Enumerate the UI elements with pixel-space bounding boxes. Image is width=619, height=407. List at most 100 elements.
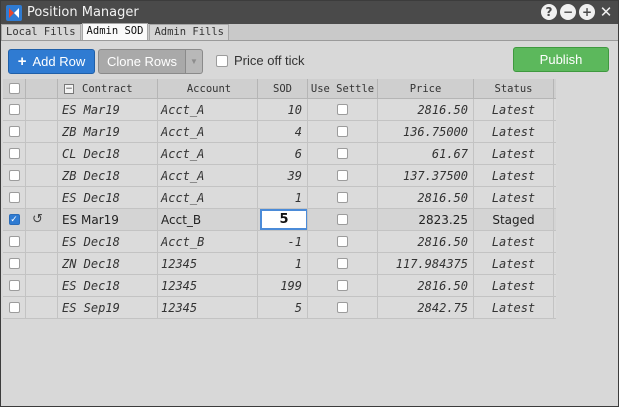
sod-cell[interactable]: 10 bbox=[258, 99, 308, 120]
row-select-checkbox[interactable] bbox=[8, 126, 20, 137]
price-cell[interactable]: 2842.75 bbox=[378, 297, 474, 318]
table-row[interactable]: ✓ ↺ ES Mar19 Acct_B 5 2823.25 Staged bbox=[3, 209, 556, 231]
price-cell[interactable]: 117.984375 bbox=[378, 253, 474, 274]
clone-rows-dropdown[interactable]: ▼ bbox=[186, 49, 203, 74]
tab-admin-sod[interactable]: Admin SOD bbox=[81, 23, 149, 40]
sod-cell[interactable]: 5 bbox=[258, 297, 308, 318]
collapse-icon[interactable]: − bbox=[64, 83, 74, 94]
sod-cell[interactable]: 199 bbox=[258, 275, 308, 296]
account-cell[interactable]: Acct_A bbox=[158, 143, 258, 164]
row-select-checkbox[interactable] bbox=[8, 170, 20, 181]
account-cell[interactable]: 12345 bbox=[158, 297, 258, 318]
price-cell[interactable]: 2816.50 bbox=[378, 99, 474, 120]
status-header[interactable]: Status bbox=[474, 79, 554, 98]
contract-cell[interactable]: ZN Dec18 bbox=[58, 253, 158, 274]
account-header[interactable]: Account bbox=[158, 79, 258, 98]
use-settle-checkbox[interactable] bbox=[337, 280, 348, 291]
sod-cell[interactable]: 39 bbox=[258, 165, 308, 186]
publish-label: Publish bbox=[539, 52, 583, 67]
account-cell[interactable]: 12345 bbox=[158, 275, 258, 296]
sod-cell[interactable]: 5 bbox=[258, 209, 308, 230]
price-cell[interactable]: 2816.50 bbox=[378, 187, 474, 208]
use-settle-checkbox[interactable] bbox=[337, 236, 348, 247]
use-settle-checkbox[interactable] bbox=[337, 302, 348, 313]
price-cell[interactable]: 2816.50 bbox=[378, 231, 474, 252]
contract-header[interactable]: − Contract bbox=[58, 79, 158, 98]
tab-local-fills[interactable]: Local Fills bbox=[1, 24, 81, 40]
maximize-icon[interactable]: + bbox=[579, 4, 595, 20]
contract-cell[interactable]: ES Sep19 bbox=[58, 297, 158, 318]
account-cell[interactable]: 12345 bbox=[158, 253, 258, 274]
sod-header[interactable]: SOD bbox=[258, 79, 308, 98]
sod-edit-input[interactable]: 5 bbox=[260, 209, 307, 230]
row-select-checkbox[interactable] bbox=[8, 192, 20, 203]
table-row[interactable]: ES Dec18 Acct_B -1 2816.50 Latest bbox=[3, 231, 556, 253]
contract-cell[interactable]: ES Mar19 bbox=[58, 99, 158, 120]
publish-button[interactable]: Publish bbox=[513, 47, 609, 72]
contract-cell[interactable]: ZB Mar19 bbox=[58, 121, 158, 142]
contract-cell[interactable]: CL Dec18 bbox=[58, 143, 158, 164]
account-cell[interactable]: Acct_B bbox=[158, 231, 258, 252]
sod-cell[interactable]: 6 bbox=[258, 143, 308, 164]
close-icon[interactable]: ✕ bbox=[598, 4, 614, 20]
price-cell[interactable]: 2816.50 bbox=[378, 275, 474, 296]
contract-cell[interactable]: ES Mar19 bbox=[58, 209, 158, 230]
row-select-checkbox[interactable] bbox=[8, 280, 20, 291]
use-settle-header[interactable]: Use Settle bbox=[308, 79, 378, 98]
table-row[interactable]: ES Sep19 12345 5 2842.75 Latest bbox=[3, 297, 556, 319]
sod-cell[interactable]: 4 bbox=[258, 121, 308, 142]
use-settle-checkbox[interactable] bbox=[337, 192, 348, 203]
contract-cell[interactable]: ES Dec18 bbox=[58, 275, 158, 296]
account-cell[interactable]: Acct_B bbox=[158, 209, 258, 230]
price-off-tick-option[interactable]: Price off tick bbox=[216, 53, 305, 68]
price-value: 2823.25 bbox=[418, 212, 468, 227]
account-cell[interactable]: Acct_A bbox=[158, 165, 258, 186]
help-icon[interactable]: ? bbox=[541, 4, 557, 20]
row-select-checkbox[interactable]: ✓ bbox=[8, 214, 20, 225]
row-select-checkbox[interactable] bbox=[8, 258, 20, 269]
select-all-checkbox[interactable] bbox=[8, 83, 20, 94]
table-row[interactable]: ES Dec18 Acct_A 1 2816.50 Latest bbox=[3, 187, 556, 209]
account-cell[interactable]: Acct_A bbox=[158, 121, 258, 142]
table-row[interactable]: ZB Mar19 Acct_A 4 136.75000 Latest bbox=[3, 121, 556, 143]
account-cell[interactable]: Acct_A bbox=[158, 99, 258, 120]
status-value: Latest bbox=[491, 124, 536, 139]
row-select-checkbox[interactable] bbox=[8, 148, 20, 159]
actions-header bbox=[26, 79, 58, 98]
row-select-checkbox[interactable] bbox=[8, 236, 20, 247]
title-bar[interactable]: Position Manager ? − + ✕ bbox=[1, 1, 618, 24]
price-header[interactable]: Price bbox=[378, 79, 474, 98]
price-off-tick-checkbox[interactable] bbox=[216, 54, 228, 67]
use-settle-checkbox[interactable] bbox=[337, 104, 348, 115]
table-row[interactable]: ES Mar19 Acct_A 10 2816.50 Latest bbox=[3, 99, 556, 121]
use-settle-checkbox[interactable] bbox=[337, 148, 348, 159]
price-cell[interactable]: 136.75000 bbox=[378, 121, 474, 142]
minimize-icon[interactable]: − bbox=[560, 4, 576, 20]
account-cell[interactable]: Acct_A bbox=[158, 187, 258, 208]
table-row[interactable]: CL Dec18 Acct_A 6 61.67 Latest bbox=[3, 143, 556, 165]
sod-cell[interactable]: 1 bbox=[258, 253, 308, 274]
revert-icon[interactable]: ↺ bbox=[32, 212, 43, 227]
use-settle-checkbox[interactable] bbox=[337, 214, 348, 225]
row-actions-cell: ↺ bbox=[26, 209, 58, 230]
price-cell[interactable]: 61.67 bbox=[378, 143, 474, 164]
table-row[interactable]: ZN Dec18 12345 1 117.984375 Latest bbox=[3, 253, 556, 275]
contract-cell[interactable]: ZB Dec18 bbox=[58, 165, 158, 186]
use-settle-checkbox[interactable] bbox=[337, 258, 348, 269]
row-select-checkbox[interactable] bbox=[8, 302, 20, 313]
sod-cell[interactable]: 1 bbox=[258, 187, 308, 208]
use-settle-checkbox[interactable] bbox=[337, 126, 348, 137]
price-cell[interactable]: 2823.25 bbox=[378, 209, 474, 230]
tab-admin-fills[interactable]: Admin Fills bbox=[149, 24, 229, 40]
table-row[interactable]: ZB Dec18 Acct_A 39 137.37500 Latest bbox=[3, 165, 556, 187]
contract-cell[interactable]: ES Dec18 bbox=[58, 187, 158, 208]
clone-rows-button[interactable]: Clone Rows bbox=[98, 49, 186, 74]
table-row[interactable]: ES Dec18 12345 199 2816.50 Latest bbox=[3, 275, 556, 297]
add-row-button[interactable]: + Add Row bbox=[8, 49, 95, 74]
contract-cell[interactable]: ES Dec18 bbox=[58, 231, 158, 252]
plus-icon: + bbox=[17, 53, 27, 70]
sod-cell[interactable]: -1 bbox=[258, 231, 308, 252]
price-cell[interactable]: 137.37500 bbox=[378, 165, 474, 186]
row-select-checkbox[interactable] bbox=[8, 104, 20, 115]
use-settle-checkbox[interactable] bbox=[337, 170, 348, 181]
